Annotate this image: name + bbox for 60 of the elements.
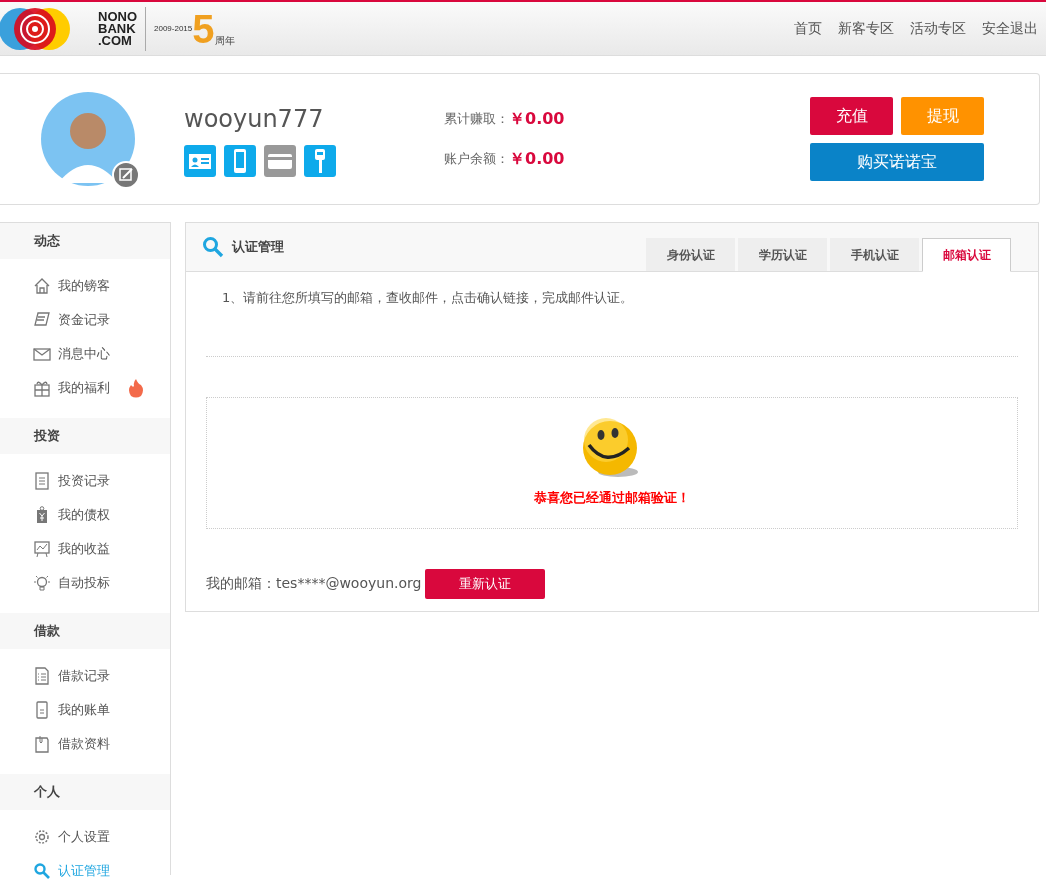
- section-heading: 动态: [0, 223, 170, 259]
- recharge-button[interactable]: 充值: [810, 97, 893, 135]
- clip-folder-icon: [33, 735, 51, 753]
- username: wooyun777: [184, 104, 325, 135]
- phone-icon[interactable]: [224, 145, 256, 177]
- stat-label: 账户余额：: [444, 150, 509, 169]
- section-heading: 个人: [0, 774, 170, 810]
- id-card-icon[interactable]: [184, 145, 216, 177]
- key-icon[interactable]: [304, 145, 336, 177]
- tab[interactable]: 身份认证: [646, 238, 735, 271]
- nav-link[interactable]: 首页: [794, 18, 822, 39]
- nav-link[interactable]: 新客专区: [838, 18, 894, 39]
- envelope-icon: [33, 345, 51, 363]
- sidebar-item[interactable]: 自动投标: [0, 566, 170, 600]
- stat-value: ￥0.00: [509, 108, 565, 130]
- section-heading: 投资: [0, 418, 170, 454]
- anniversary-label: 周年: [214, 34, 235, 48]
- reverify-button[interactable]: 重新认证: [425, 568, 546, 599]
- gift-icon: [33, 379, 51, 397]
- sidebar-item[interactable]: 我的账单: [0, 693, 170, 727]
- search-icon: [33, 862, 51, 880]
- anniversary-digit: 5: [192, 8, 215, 49]
- sidebar-item[interactable]: 我的福利: [0, 371, 170, 405]
- email-label: 我的邮箱：tes****@wooyun.org: [206, 574, 422, 593]
- house-icon: [33, 277, 51, 295]
- success-message: 恭喜您已经通过邮箱验证！: [534, 488, 690, 507]
- brand-name: BANK: [98, 22, 136, 35]
- tab[interactable]: 手机认证: [830, 238, 919, 271]
- lightbulb-icon: [33, 574, 51, 592]
- nav-link[interactable]: 活动专区: [910, 18, 966, 39]
- tab[interactable]: 邮箱认证: [922, 238, 1011, 272]
- bill-icon: [33, 701, 51, 719]
- brand-name: NONO: [98, 10, 137, 23]
- list-icon: [33, 667, 51, 685]
- chart-board-icon: [33, 540, 51, 558]
- bank-card-icon[interactable]: [264, 145, 296, 177]
- edit-icon[interactable]: [112, 161, 140, 189]
- sidebar-item[interactable]: 借款记录: [0, 659, 170, 693]
- sidebar-item[interactable]: 个人设置: [0, 820, 170, 854]
- search-icon: [202, 236, 224, 258]
- stat-label: 累计赚取：: [444, 110, 509, 129]
- sidebar-item[interactable]: 我的收益: [0, 532, 170, 566]
- sidebar-item[interactable]: 投资记录: [0, 464, 170, 498]
- anniversary-years: 2009-2015: [154, 23, 193, 33]
- section-heading: 借款: [0, 613, 170, 649]
- nav-link[interactable]: 安全退出: [982, 18, 1038, 39]
- instruction-text: 1、请前往您所填写的邮箱，查收邮件，点击确认链接，完成邮件认证。: [221, 289, 635, 307]
- sidebar-item[interactable]: 我的镑客: [0, 269, 170, 303]
- sidebar-item[interactable]: 借款资料: [0, 727, 170, 761]
- scroll-icon: [33, 311, 51, 329]
- document-icon: [33, 472, 51, 490]
- buy-button[interactable]: 购买诺诺宝: [810, 143, 984, 181]
- tab[interactable]: 学历认证: [738, 238, 827, 271]
- sidebar-item[interactable]: 我的债权: [0, 498, 170, 532]
- panel-title: 认证管理: [232, 238, 284, 257]
- sidebar-item[interactable]: 资金记录: [0, 303, 170, 337]
- stat-value: ￥0.00: [509, 148, 565, 170]
- settings-icon: [33, 828, 51, 846]
- sidebar-item[interactable]: 消息中心: [0, 337, 170, 371]
- brand-name: .COM: [98, 34, 132, 47]
